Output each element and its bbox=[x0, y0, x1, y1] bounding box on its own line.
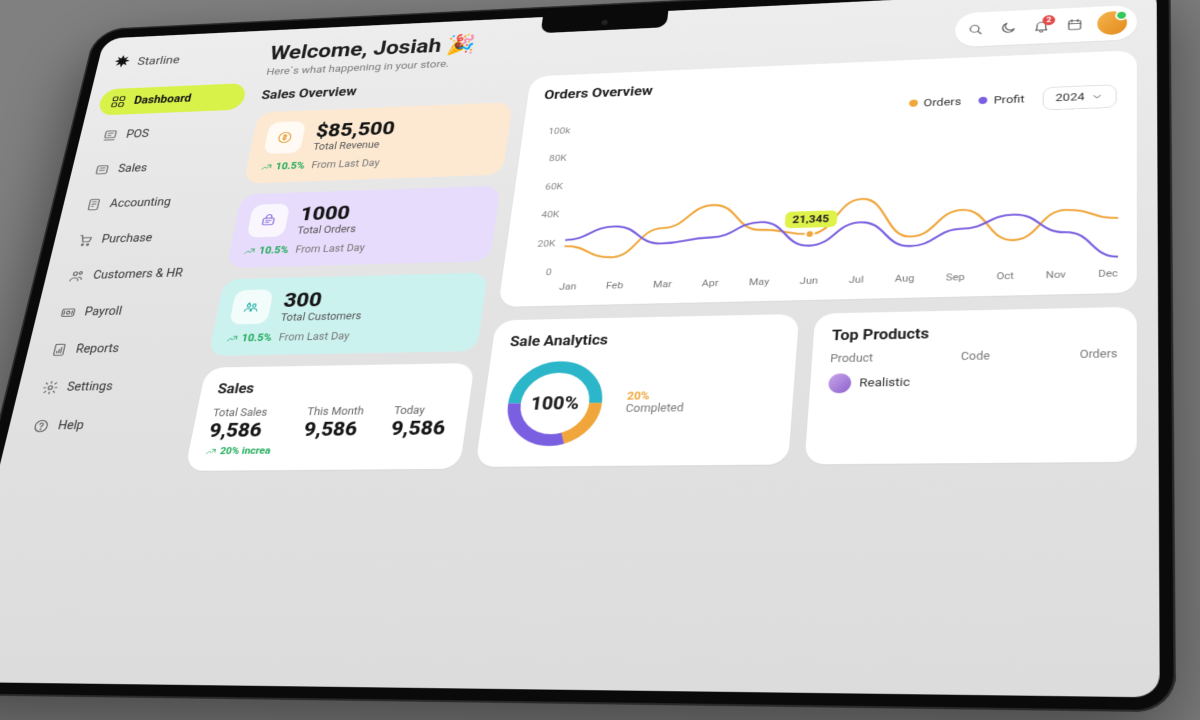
content: Sales Overview $85,500 Total Revenue 10.… bbox=[141, 50, 1137, 697]
welcome: Welcome, Josiah 🎉 Here`s what happening … bbox=[265, 33, 477, 78]
kpi-revenue-value: $85,500 bbox=[314, 117, 396, 141]
sale-analytics-card: Sale Analytics 100% bbox=[475, 314, 799, 467]
laptop-frame: Starline Dashboard POS Sales Accounting bbox=[0, 0, 1176, 712]
sidebar-item-customers[interactable]: Customers & HR bbox=[54, 258, 210, 290]
kpi-customers-note: From Last Day bbox=[278, 330, 351, 343]
brand-starburst-icon bbox=[111, 54, 133, 71]
sidebar-item-label: Settings bbox=[66, 380, 114, 394]
sidebar-item-label: Help bbox=[57, 419, 86, 433]
sidebar-item-payroll[interactable]: Payroll bbox=[46, 295, 204, 327]
sidebar-item-label: POS bbox=[125, 128, 150, 141]
orders-icon bbox=[247, 204, 291, 238]
chevron-down-icon bbox=[1091, 91, 1104, 102]
top-products-header: Product Code Orders bbox=[830, 347, 1118, 364]
dollar-icon bbox=[263, 121, 306, 154]
sidebar-item-settings[interactable]: Settings bbox=[27, 370, 187, 402]
sales-today: Today 9,586 bbox=[387, 404, 449, 455]
kpi-customers-value: 300 bbox=[282, 287, 366, 312]
calendar-icon[interactable] bbox=[1064, 16, 1086, 34]
sales-overview-title: Sales Overview bbox=[260, 77, 516, 102]
sidebar-item-label: Purchase bbox=[100, 232, 153, 246]
top-products-title: Top Products bbox=[831, 321, 1117, 343]
chart-highlight-label: 21,345 bbox=[784, 210, 838, 228]
bell-icon[interactable]: 2 bbox=[1030, 17, 1052, 35]
sidebar-item-label: Dashboard bbox=[133, 93, 193, 107]
grid-icon bbox=[109, 95, 127, 109]
kpi-orders-delta: 10.5% bbox=[243, 244, 290, 256]
header-actions: 2 bbox=[954, 5, 1137, 47]
moon-icon[interactable] bbox=[997, 19, 1019, 37]
sidebar-item-help[interactable]: Help bbox=[18, 409, 179, 441]
kpi-revenue-note: From Last Day bbox=[311, 157, 381, 170]
sidebar-item-reports[interactable]: Reports bbox=[37, 332, 196, 364]
brand: Starline bbox=[111, 48, 251, 70]
customers-icon bbox=[229, 289, 274, 324]
chart: 100k80K60K40K20K0 21,345 JanFebMarAprMay… bbox=[517, 103, 1119, 294]
sale-analytics-title: Sale Analytics bbox=[509, 328, 780, 349]
kpi-orders-note: From Last Day bbox=[294, 242, 365, 255]
donut-chart: 100% bbox=[495, 355, 614, 453]
right-column: Orders Overview Orders Profit 2024 100k8… bbox=[444, 50, 1137, 697]
sidebar-item-dashboard[interactable]: Dashboard bbox=[97, 83, 247, 116]
kpi-orders-value: 1000 bbox=[298, 201, 360, 225]
cart-icon bbox=[76, 233, 95, 247]
sales-icon bbox=[93, 163, 111, 177]
main: Welcome, Josiah 🎉 Here`s what happening … bbox=[135, 0, 1159, 697]
search-icon[interactable] bbox=[964, 20, 986, 38]
sidebar-item-label: Reports bbox=[74, 342, 120, 356]
sidebar-item-label: Accounting bbox=[109, 196, 172, 210]
bottom-row: Sale Analytics 100% bbox=[475, 307, 1137, 467]
sales-card: Sales Total Sales 9,586 20% increa This … bbox=[185, 363, 475, 471]
orders-overview-card: Orders Overview Orders Profit 2024 100k8… bbox=[498, 50, 1137, 307]
kpi-customers-delta: 10.5% bbox=[225, 332, 273, 344]
legend-profit: Profit bbox=[979, 94, 1025, 108]
pos-icon bbox=[101, 128, 119, 142]
kpi-revenue-delta: 10.5% bbox=[260, 160, 306, 172]
sidebar-item-label: Customers & HR bbox=[92, 267, 184, 282]
kpi-revenue-label: Total Revenue bbox=[312, 139, 393, 153]
users-icon bbox=[67, 269, 86, 284]
top-products-row: Realistic bbox=[828, 369, 1118, 393]
kpi-customers-label: Total Customers bbox=[280, 310, 363, 323]
sidebar-item-accounting[interactable]: Accounting bbox=[72, 186, 226, 219]
kpi-revenue: $85,500 Total Revenue 10.5% From Last Da… bbox=[244, 102, 513, 184]
kpi-orders: 1000 Total Orders 10.5% From Last Day bbox=[226, 186, 500, 268]
chart-area: 21,345 JanFebMarAprMayJunJulAugSepOctNov… bbox=[559, 103, 1119, 293]
sidebar-item-label: Payroll bbox=[83, 305, 123, 319]
avatar[interactable] bbox=[1097, 11, 1127, 36]
legend-orders: Orders bbox=[909, 96, 962, 110]
sales-card-title: Sales bbox=[216, 377, 455, 397]
sales-month: This Month 9,586 bbox=[299, 405, 365, 456]
kpi-customers: 300 Total Customers 10.5% From Last Day bbox=[208, 273, 488, 356]
notif-badge: 2 bbox=[1042, 15, 1055, 26]
app-screen: Starline Dashboard POS Sales Accounting bbox=[0, 0, 1160, 697]
sidebar-item-label: Sales bbox=[117, 162, 149, 175]
gear-icon bbox=[41, 380, 60, 395]
product-thumb-icon bbox=[828, 373, 852, 393]
sales-total: Total Sales 9,586 20% increa bbox=[204, 406, 278, 457]
sidebar-item-pos[interactable]: POS bbox=[89, 117, 241, 150]
sidebar-item-sales[interactable]: Sales bbox=[80, 151, 233, 184]
donut-center: 100% bbox=[495, 355, 614, 453]
reports-icon bbox=[50, 342, 69, 357]
help-icon bbox=[31, 418, 51, 433]
accounting-icon bbox=[85, 197, 104, 211]
payroll-icon bbox=[59, 305, 78, 320]
sidebar-item-purchase[interactable]: Purchase bbox=[63, 222, 218, 255]
donut-completed-label: 20%Completed bbox=[625, 389, 685, 415]
brand-name: Starline bbox=[136, 53, 181, 68]
kpi-orders-label: Total Orders bbox=[296, 223, 357, 236]
top-products-card: Top Products Product Code Orders Realist… bbox=[804, 307, 1136, 465]
